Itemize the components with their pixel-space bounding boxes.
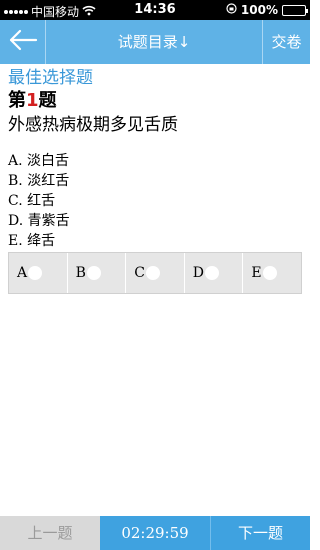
option-c: C. 红舌 (8, 193, 56, 209)
question-number: 第1题 (8, 90, 302, 112)
countdown-timer: 02:29:59 (100, 516, 210, 550)
status-bar: 中国移动 14:36 100% (0, 0, 310, 20)
answer-choice-e[interactable]: E (243, 253, 301, 293)
question-number-suffix: 题 (38, 90, 57, 111)
battery-icon (282, 4, 308, 16)
question-number-prefix: 第 (8, 90, 26, 111)
submit-exam-button[interactable]: 交卷 (262, 20, 310, 64)
question-text: 外感热病极期多见舌质 (8, 115, 178, 135)
next-question-button[interactable]: 下一题 (210, 516, 310, 550)
battery-percent: 100% (240, 3, 278, 17)
radio-icon[interactable] (86, 266, 101, 280)
section-title: 最佳选择题 (8, 68, 93, 88)
option-a: A. 淡白舌 (8, 153, 70, 169)
question-content: 最佳选择题 第1题 外感热病极期多见舌质 A. 淡白舌 B. 淡红舌 C. 红舌… (8, 66, 302, 251)
radio-icon[interactable] (145, 266, 160, 280)
answer-label-a: A (17, 265, 28, 281)
answer-choice-b[interactable]: B (68, 253, 127, 293)
nav-bar: 试题目录↓ 交卷 (0, 20, 310, 64)
option-b: B. 淡红舌 (8, 173, 70, 189)
back-button[interactable] (0, 20, 46, 64)
radio-icon[interactable] (262, 266, 277, 280)
question-number-value: 1 (26, 90, 39, 111)
prev-question-button[interactable]: 上一题 (0, 516, 100, 550)
radio-icon[interactable] (28, 266, 43, 280)
answer-choice-d[interactable]: D (185, 253, 244, 293)
answer-choice-a[interactable]: A (9, 253, 68, 293)
answer-label-c: C (134, 265, 145, 281)
answer-label-d: D (192, 265, 205, 281)
option-d: D. 青紫舌 (8, 213, 70, 229)
answer-label-b: B (75, 265, 86, 281)
answer-choices: A B C D E (8, 252, 302, 294)
radio-icon[interactable] (205, 266, 220, 280)
answer-label-e: E (251, 265, 262, 281)
question-catalog-button[interactable]: 试题目录↓ (46, 20, 262, 64)
orientation-lock-icon (226, 3, 237, 17)
back-arrow-icon (8, 29, 38, 55)
option-list: A. 淡白舌 B. 淡红舌 C. 红舌 D. 青紫舌 E. 绛舌 (8, 151, 302, 251)
bottom-bar: 上一题 02:29:59 下一题 (0, 516, 310, 550)
status-right: 100% (226, 3, 308, 17)
answer-choice-c[interactable]: C (126, 253, 185, 293)
option-e: E. 绛舌 (8, 233, 56, 249)
